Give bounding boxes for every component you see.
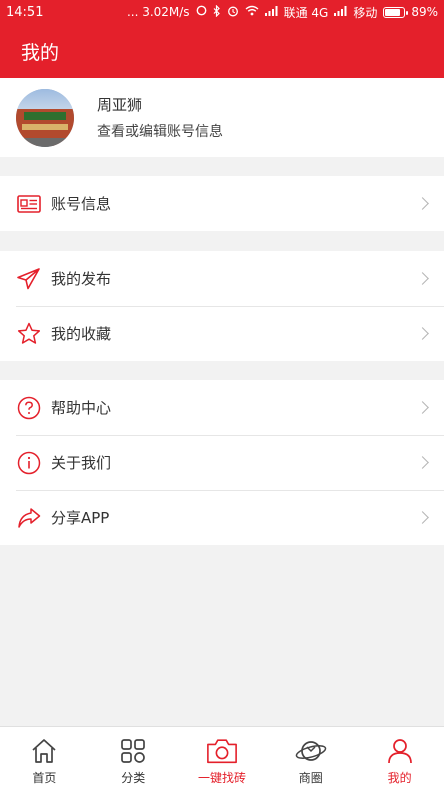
menu-label: 我的收藏 [51,325,112,343]
chevron-right-icon [416,455,429,469]
signal-icon [264,5,278,19]
page-title: 我的 [21,41,60,64]
chevron-right-icon [416,510,429,524]
menu-item-favorites[interactable]: 我的收藏 [0,306,444,361]
chevron-right-icon [416,400,429,414]
tab-business-circle[interactable]: 商圈 [266,727,355,789]
carrier-1: 联通 4G [283,5,329,20]
menu-label: 分享APP [51,509,110,527]
carrier-2: 移动 [353,5,378,20]
question-circle-icon [16,395,42,421]
grid-icon [117,735,149,767]
tab-category[interactable]: 分类 [89,727,178,789]
status-time: 14:51 [6,4,44,20]
tab-label: 我的 [387,771,412,785]
menu-item-about[interactable]: 关于我们 [0,435,444,490]
home-icon [28,735,60,767]
chevron-right-icon [416,271,429,285]
user-icon [384,735,416,767]
menu-group-info: 帮助中心 关于我们 分享APP [0,380,444,545]
sync-icon [196,5,207,19]
menu-item-account[interactable]: 账号信息 [0,176,444,231]
alarm-icon [227,5,239,20]
id-card-icon [16,191,42,217]
battery-icon [383,6,409,18]
wifi-icon [245,5,259,19]
tab-label: 首页 [32,771,57,785]
tab-mine[interactable]: 我的 [355,727,444,789]
paper-plane-icon [16,266,42,292]
menu-group-content: 我的发布 我的收藏 [0,251,444,361]
menu-item-publish[interactable]: 我的发布 [0,251,444,306]
chevron-right-icon [416,326,429,340]
chevron-right-icon [416,196,429,210]
tab-find-brick[interactable]: 一键找砖 [178,727,267,789]
bottom-tab-bar: 首页 分类 一键找砖 商圈 我的 [0,726,444,789]
signal-icon [334,5,347,19]
menu-label: 关于我们 [51,454,112,472]
tab-label: 一键找砖 [197,771,246,785]
menu-label: 我的发布 [51,270,112,288]
bluetooth-icon [213,4,221,20]
network-speed: ... 3.02M/s [126,5,190,19]
status-indicators: ... 3.02M/s 联通 4G 移动 89% [127,4,438,21]
battery-percent: 89% [411,5,438,19]
profile-card[interactable]: 周亚狮 查看或编辑账号信息 [0,78,444,157]
menu-label: 帮助中心 [51,399,112,417]
tab-label: 分类 [121,771,146,785]
profile-subtitle: 查看或编辑账号信息 [97,124,223,140]
header-bar: 我的 [0,24,444,78]
info-circle-icon [16,450,42,476]
avatar[interactable] [16,88,74,147]
planet-icon [295,735,327,767]
menu-group-account: 账号信息 [0,176,444,231]
menu-item-share[interactable]: 分享APP [0,490,444,545]
status-bar: 14:51 ... 3.02M/s 联通 4G 移动 89% [0,0,444,24]
tab-home[interactable]: 首页 [0,727,89,789]
star-icon [16,321,42,347]
profile-name: 周亚狮 [97,96,143,114]
tab-label: 商圈 [298,771,323,785]
menu-label: 账号信息 [51,195,112,213]
share-arrow-icon [16,505,42,531]
menu-item-help[interactable]: 帮助中心 [0,380,444,435]
camera-icon [206,735,238,767]
